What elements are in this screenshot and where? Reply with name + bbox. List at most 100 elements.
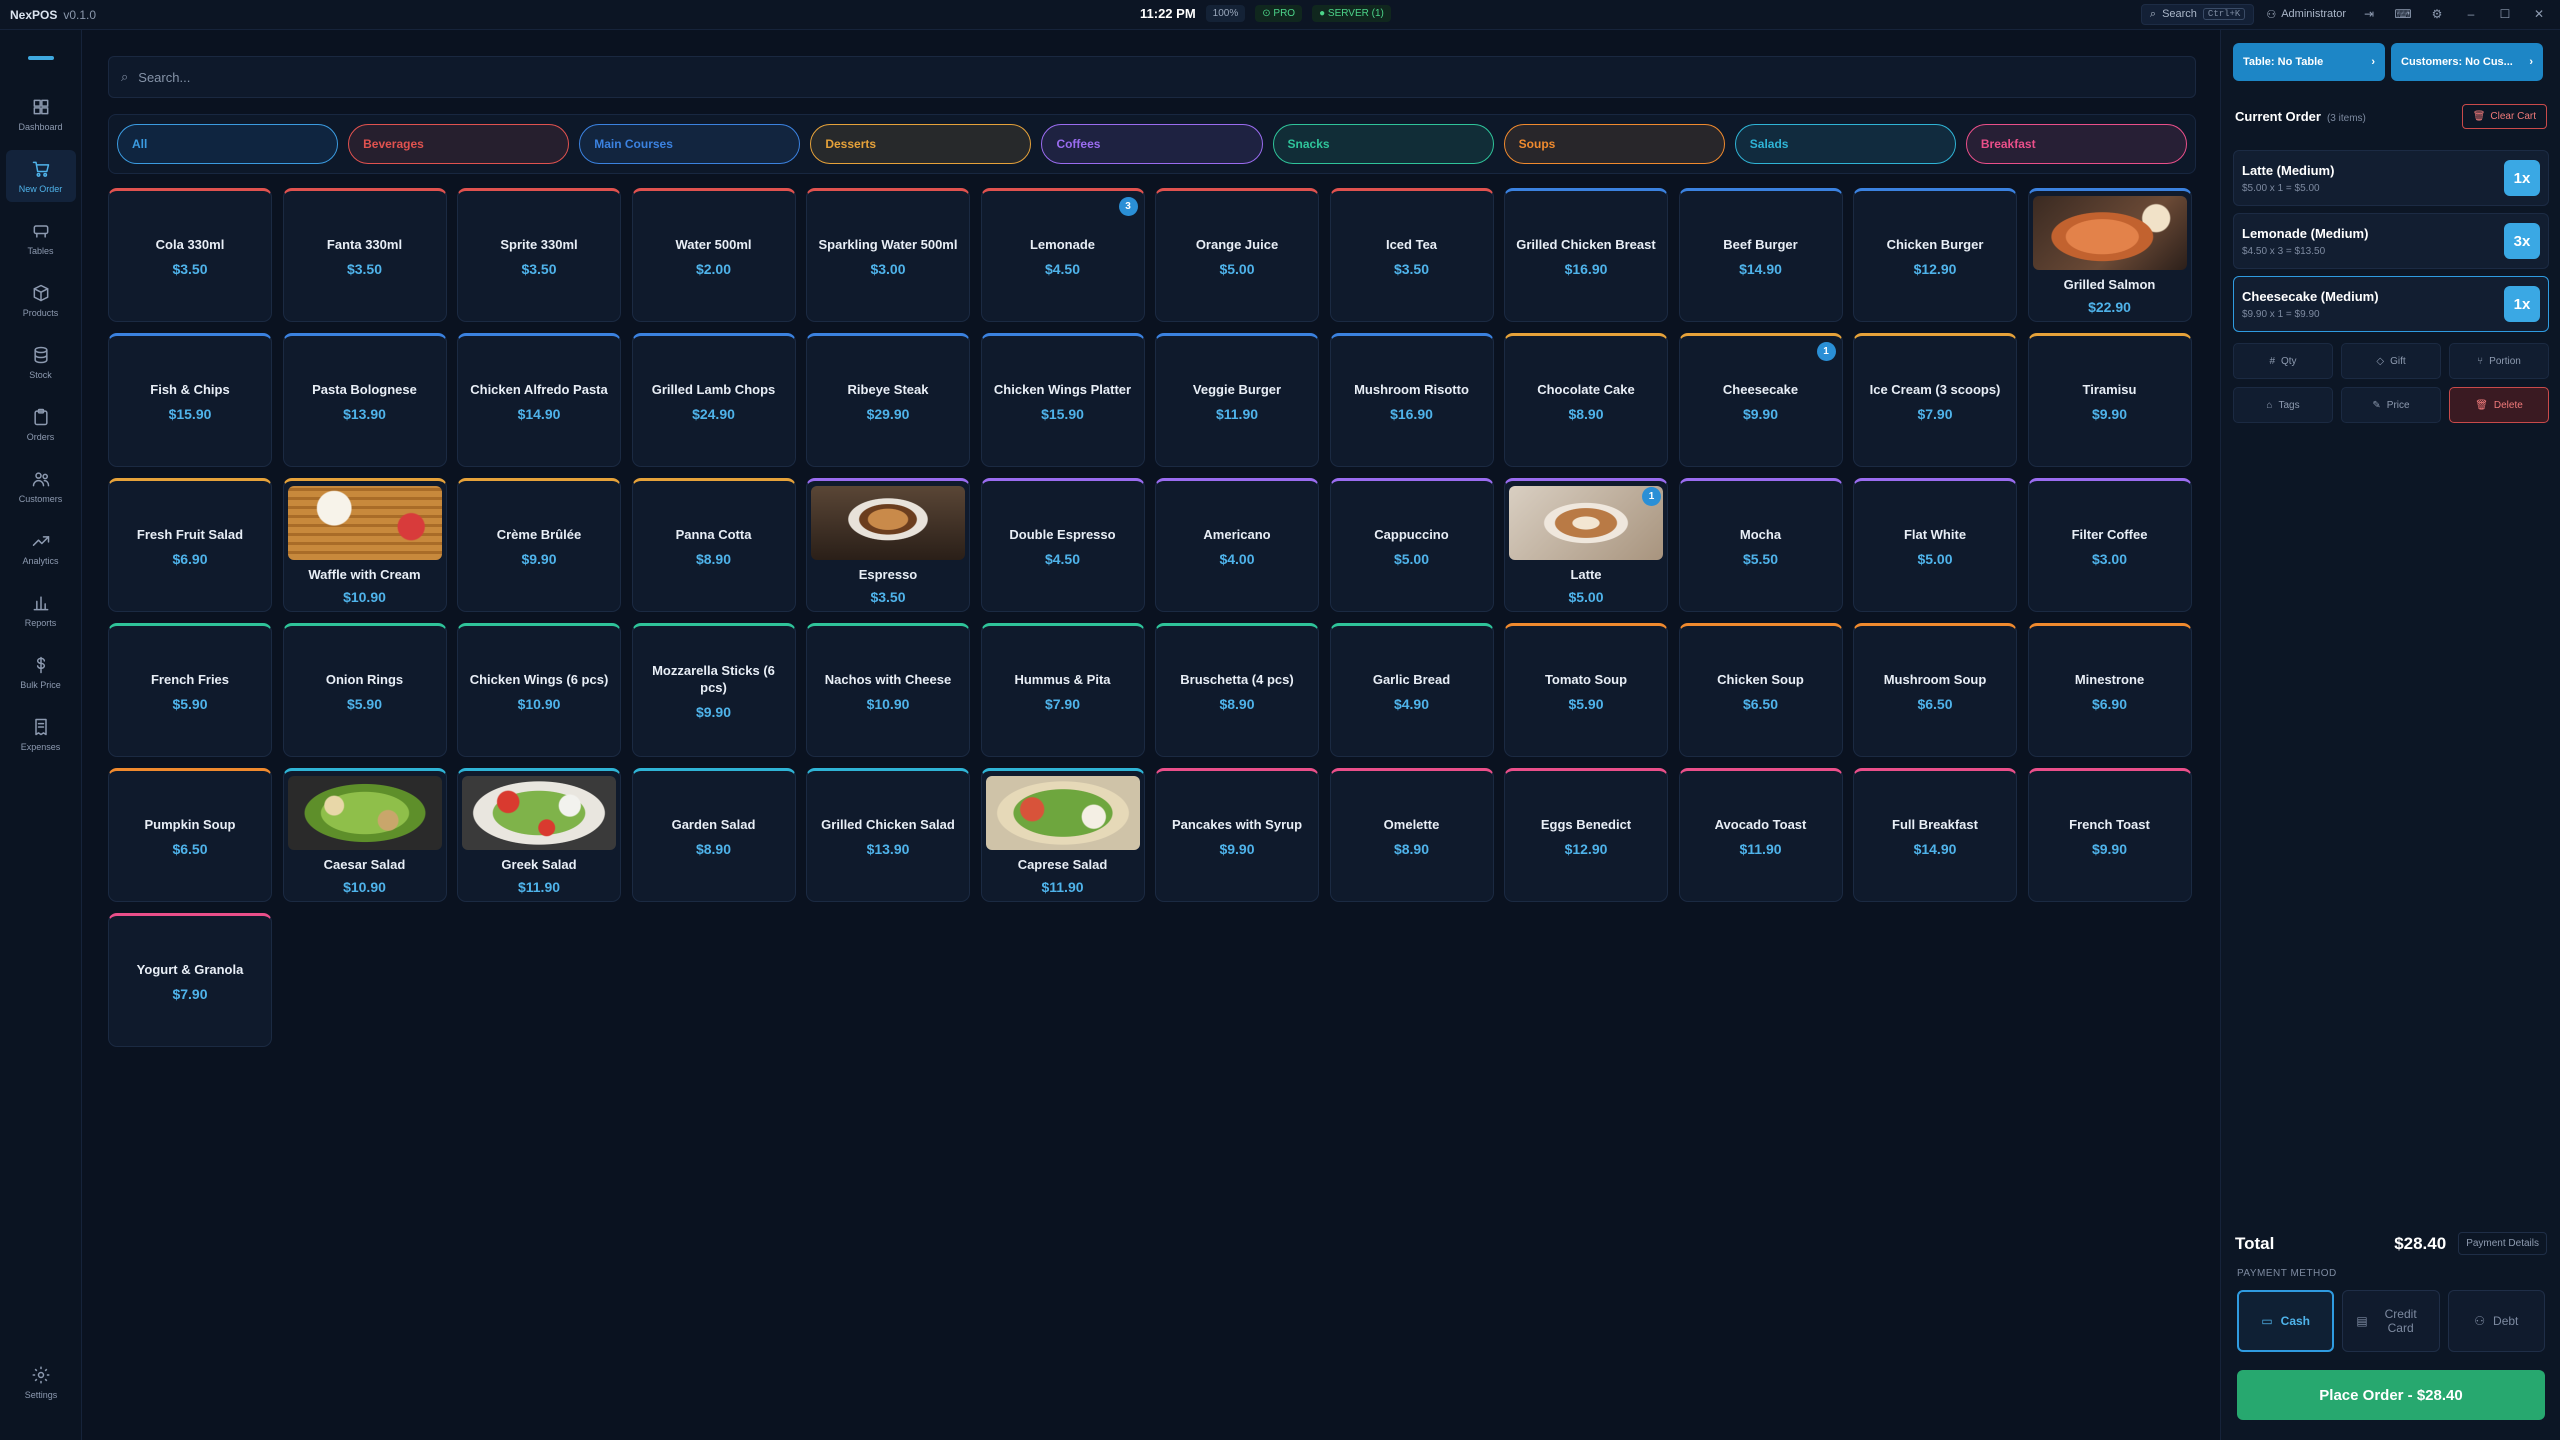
- sidebar-item-analytics[interactable]: Analytics: [6, 522, 76, 574]
- product-card[interactable]: Americano $4.00: [1155, 478, 1319, 612]
- product-card[interactable]: Caesar Salad $10.90: [282, 768, 447, 902]
- search-input[interactable]: [138, 69, 2039, 85]
- product-card[interactable]: Pancakes with Syrup $9.90: [1155, 768, 1319, 902]
- product-card[interactable]: Chicken Soup $6.50: [1678, 623, 1843, 757]
- product-card[interactable]: Bruschetta (4 pcs) $8.90: [1155, 623, 1319, 757]
- product-card[interactable]: Chicken Alfredo Pasta $14.90: [457, 333, 621, 467]
- product-card[interactable]: Chicken Burger $12.90: [1853, 188, 2017, 322]
- order-item[interactable]: Cheesecake (Medium) $9.90 x 1 = $9.90 1x: [2233, 276, 2549, 332]
- product-card[interactable]: Avocado Toast $11.90: [1678, 768, 1843, 902]
- product-card[interactable]: Cappuccino $5.00: [1329, 478, 1494, 612]
- user-menu[interactable]: ⚇ Administrator: [2266, 8, 2346, 21]
- category-tab-salads[interactable]: Salads: [1734, 124, 1956, 164]
- clear-cart-button[interactable]: 🗑 Clear Cart: [2461, 104, 2547, 129]
- product-card[interactable]: Garden Salad $8.90: [631, 768, 796, 902]
- product-card[interactable]: Pumpkin Soup $6.50: [108, 768, 272, 902]
- product-card[interactable]: Pasta Bolognese $13.90: [282, 333, 447, 467]
- quantity-badge[interactable]: 1x: [2504, 160, 2540, 196]
- gift-button[interactable]: ◇ Gift: [2341, 343, 2441, 379]
- tags-button[interactable]: ⌂ Tags: [2233, 387, 2333, 423]
- product-card[interactable]: Beef Burger $14.90: [1678, 188, 1843, 322]
- product-card[interactable]: Fish & Chips $15.90: [108, 333, 272, 467]
- product-card[interactable]: Ice Cream (3 scoops) $7.90: [1853, 333, 2017, 467]
- product-card[interactable]: Ribeye Steak $29.90: [806, 333, 970, 467]
- sidebar-item-expenses[interactable]: Expenses: [6, 708, 76, 760]
- portion-button[interactable]: ⑂ Portion: [2449, 343, 2549, 379]
- order-item[interactable]: Lemonade (Medium) $4.50 x 3 = $13.50 3x: [2233, 213, 2549, 269]
- category-tab-all[interactable]: All: [117, 124, 339, 164]
- product-card[interactable]: Tomato Soup $5.90: [1504, 623, 1668, 757]
- delete-button[interactable]: 🗑 Delete: [2449, 387, 2549, 423]
- price-button[interactable]: ✎ Price: [2341, 387, 2441, 423]
- product-card[interactable]: Hummus & Pita $7.90: [980, 623, 1145, 757]
- quantity-badge[interactable]: 3x: [2504, 223, 2540, 259]
- category-tab-snacks[interactable]: Snacks: [1272, 124, 1494, 164]
- product-card[interactable]: Iced Tea $3.50: [1329, 188, 1494, 322]
- product-card[interactable]: Chocolate Cake $8.90: [1504, 333, 1668, 467]
- product-card[interactable]: Grilled Salmon $22.90: [2027, 188, 2192, 322]
- place-order-button[interactable]: Place Order - $28.40: [2237, 1370, 2545, 1420]
- sidebar-item-bulk-price[interactable]: Bulk Price: [6, 646, 76, 698]
- sidebar-item-tables[interactable]: Tables: [6, 212, 76, 264]
- product-card[interactable]: Latte $5.00 1: [1504, 478, 1668, 612]
- sidebar-item-settings[interactable]: Settings: [6, 1356, 76, 1408]
- product-card[interactable]: Greek Salad $11.90: [457, 768, 621, 902]
- payment-details-button[interactable]: Payment Details: [2458, 1232, 2547, 1255]
- product-card[interactable]: Orange Juice $5.00: [1155, 188, 1319, 322]
- global-search-button[interactable]: ⌕ Search Ctrl+K: [2140, 3, 2255, 25]
- product-card[interactable]: Veggie Burger $11.90: [1155, 333, 1319, 467]
- product-card[interactable]: Mocha $5.50: [1678, 478, 1843, 612]
- zoom-level[interactable]: 100%: [1205, 5, 1246, 22]
- product-card[interactable]: Crème Brûlée $9.90: [457, 478, 621, 612]
- product-card[interactable]: Tiramisu $9.90: [2027, 333, 2192, 467]
- order-item[interactable]: Latte (Medium) $5.00 x 1 = $5.00 1x: [2233, 150, 2549, 206]
- category-tab-beverages[interactable]: Beverages: [348, 124, 570, 164]
- product-card[interactable]: Chicken Wings Platter $15.90: [980, 333, 1145, 467]
- qty-button[interactable]: # Qty: [2233, 343, 2333, 379]
- product-card[interactable]: Water 500ml $2.00: [631, 188, 796, 322]
- product-card[interactable]: Cheesecake $9.90 1: [1678, 333, 1843, 467]
- product-card[interactable]: Garlic Bread $4.90: [1329, 623, 1494, 757]
- category-tab-soups[interactable]: Soups: [1503, 124, 1725, 164]
- table-select-button[interactable]: Table: No Table ›: [2233, 43, 2385, 81]
- product-card[interactable]: French Toast $9.90: [2027, 768, 2192, 902]
- maximize-icon[interactable]: ☐: [2494, 3, 2516, 25]
- category-tab-breakfast[interactable]: Breakfast: [1965, 124, 2187, 164]
- product-card[interactable]: Minestrone $6.90: [2027, 623, 2192, 757]
- product-card[interactable]: Onion Rings $5.90: [282, 623, 447, 757]
- product-card[interactable]: Sparkling Water 500ml $3.00: [806, 188, 970, 322]
- sidebar-item-dashboard[interactable]: Dashboard: [6, 88, 76, 140]
- product-card[interactable]: Fanta 330ml $3.50: [282, 188, 447, 322]
- product-card[interactable]: Fresh Fruit Salad $6.90: [108, 478, 272, 612]
- product-card[interactable]: Double Espresso $4.50: [980, 478, 1145, 612]
- product-card[interactable]: Eggs Benedict $12.90: [1504, 768, 1668, 902]
- product-card[interactable]: Lemonade $4.50 3: [980, 188, 1145, 322]
- product-card[interactable]: Flat White $5.00: [1853, 478, 2017, 612]
- product-card[interactable]: Waffle with Cream $10.90: [282, 478, 447, 612]
- sidebar-item-products[interactable]: Products: [6, 274, 76, 326]
- product-card[interactable]: Caprese Salad $11.90: [980, 768, 1145, 902]
- sidebar-item-stock[interactable]: Stock: [6, 336, 76, 388]
- close-icon[interactable]: ✕: [2528, 3, 2550, 25]
- category-tab-desserts[interactable]: Desserts: [810, 124, 1032, 164]
- product-card[interactable]: Mushroom Soup $6.50: [1853, 623, 2017, 757]
- gear-icon[interactable]: ⚙: [2426, 3, 2448, 25]
- product-card[interactable]: Filter Coffee $3.00: [2027, 478, 2192, 612]
- sidebar-item-reports[interactable]: Reports: [6, 584, 76, 636]
- product-card[interactable]: Espresso $3.50: [806, 478, 970, 612]
- quantity-badge[interactable]: 1x: [2504, 286, 2540, 322]
- product-card[interactable]: Chicken Wings (6 pcs) $10.90: [457, 623, 621, 757]
- product-card[interactable]: Panna Cotta $8.90: [631, 478, 796, 612]
- product-card[interactable]: Grilled Chicken Salad $13.90: [806, 768, 970, 902]
- payment-method-cash[interactable]: ▭ Cash: [2237, 1290, 2335, 1352]
- product-card[interactable]: Cola 330ml $3.50: [108, 188, 272, 322]
- product-card[interactable]: Full Breakfast $14.90: [1853, 768, 2017, 902]
- product-search[interactable]: ⌕: [108, 56, 2196, 98]
- product-card[interactable]: Yogurt & Granola $7.90: [108, 913, 272, 1047]
- product-card[interactable]: Grilled Chicken Breast $16.90: [1504, 188, 1668, 322]
- payment-method-debt[interactable]: ⚇ Debt: [2447, 1290, 2545, 1352]
- product-card[interactable]: Mozzarella Sticks (6 pcs) $9.90: [631, 623, 796, 757]
- product-card[interactable]: Nachos with Cheese $10.90: [806, 623, 970, 757]
- payment-method-credit-card[interactable]: ▤ Credit Card: [2342, 1290, 2440, 1352]
- product-card[interactable]: Mushroom Risotto $16.90: [1329, 333, 1494, 467]
